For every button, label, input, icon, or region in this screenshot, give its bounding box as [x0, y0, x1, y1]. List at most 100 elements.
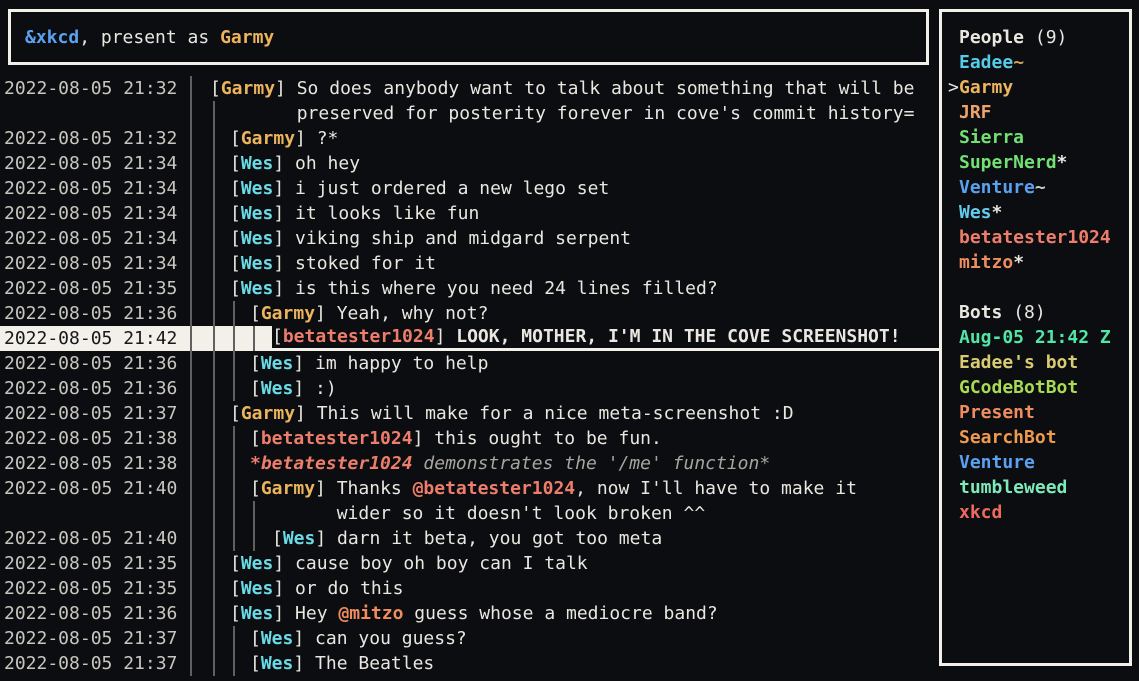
user-name: SearchBot: [959, 427, 1057, 448]
message-fragment: is this where you need 24 lines filled?: [295, 278, 718, 299]
timestamp: 2022-08-05 21:32: [0, 76, 192, 101]
nick: Wes: [241, 278, 274, 299]
message-fragment: ]: [273, 153, 295, 174]
thread-guide-line: [213, 426, 215, 451]
message-text: [Wes] :): [250, 376, 939, 401]
user-list-item[interactable]: Eadee~: [948, 50, 1129, 75]
thread-guide-line: [213, 376, 215, 401]
thread-guide-line: [213, 201, 215, 226]
message-fragment: This will make for a nice meta-screensho…: [317, 403, 794, 424]
bot-list-item[interactable]: GCodeBotBot: [948, 375, 1129, 400]
nick: Wes: [241, 253, 274, 274]
status-text: , present as: [79, 25, 220, 50]
user-name: Wes: [959, 202, 992, 223]
nick: Wes: [241, 578, 274, 599]
message-fragment: cause boy oh boy can I talk: [295, 553, 588, 574]
timestamp: [0, 101, 192, 126]
user-list-item[interactable]: betatester1024: [948, 225, 1129, 250]
people-list: Eadee~>GarmyJRFSierraSuperNerd*Venture~W…: [948, 50, 1129, 275]
chat-row: 2022-08-05 21:40[Garmy] Thanks @betatest…: [0, 476, 939, 501]
message-text: wider so it doesn't look broken ^^: [250, 501, 939, 526]
nick: Wes: [261, 378, 294, 399]
chat-row: 2022-08-05 21:34[Wes] it looks like fun: [0, 201, 939, 226]
message-fragment: [: [250, 653, 261, 674]
message-fragment: ]: [413, 428, 435, 449]
message-fragment: ]: [273, 603, 295, 624]
timestamp: 2022-08-05 21:36: [0, 376, 192, 401]
timestamp: 2022-08-05 21:38: [0, 426, 192, 451]
bot-list-item[interactable]: tumbleweed: [948, 475, 1129, 500]
message-fragment: [: [210, 78, 221, 99]
message-text: [Wes] cause boy oh boy can I talk: [230, 551, 939, 576]
message-text: [Wes] viking ship and midgard serpent: [230, 226, 939, 251]
chat-row: 2022-08-05 21:37[Wes] can you guess?: [0, 626, 939, 651]
message-text: [Garmy] Yeah, why not?: [250, 301, 939, 326]
user-name: Aug-05 21:42 Z: [959, 327, 1111, 348]
user-list-item[interactable]: SuperNerd*: [948, 150, 1129, 175]
message-fragment: :): [315, 378, 337, 399]
message-fragment: ]: [315, 528, 337, 549]
user-list-panel: People (9) Eadee~>GarmyJRFSierraSuperNer…: [939, 9, 1132, 666]
thread-guide-line: [213, 301, 215, 326]
mention[interactable]: @mitzo: [338, 603, 403, 624]
user-list-item[interactable]: Wes*: [948, 200, 1129, 225]
thread-guide-line: [213, 176, 215, 201]
chat-row: 2022-08-05 21:35[Wes] cause boy oh boy c…: [0, 551, 939, 576]
thread-guide-line: [213, 501, 215, 526]
thread-guide-line: [213, 551, 215, 576]
message-fragment: ]: [293, 353, 315, 374]
mention[interactable]: @betatester1024: [413, 478, 576, 499]
thread-guide-line: [233, 501, 235, 526]
message-text: [Garmy] So does anybody want to talk abo…: [210, 76, 939, 101]
bot-list-item[interactable]: SearchBot: [948, 425, 1129, 450]
user-list-item[interactable]: mitzo*: [948, 250, 1129, 275]
thread-indent: [192, 501, 250, 526]
status-suffix: *: [1013, 252, 1024, 273]
bot-list-item[interactable]: Present: [948, 400, 1129, 425]
message-fragment: ]: [273, 178, 295, 199]
message-fragment: i just ordered a new lego set: [295, 178, 609, 199]
timestamp: 2022-08-05 21:38: [0, 451, 192, 476]
timestamp: 2022-08-05 21:40: [0, 476, 192, 501]
message-fragment: [: [230, 578, 241, 599]
bot-list-item[interactable]: Aug-05 21:42 Z: [948, 325, 1129, 350]
message-fragment: Yeah, why not?: [337, 303, 489, 324]
bot-list-item[interactable]: Eadee's bot: [948, 350, 1129, 375]
user-list-item[interactable]: JRF: [948, 100, 1129, 125]
bots-header: Bots (8): [948, 300, 1129, 325]
thread-indent: [192, 451, 250, 476]
timestamp: 2022-08-05 21:34: [0, 226, 192, 251]
chat-row: 2022-08-05 21:34 [Wes] viking ship and mi…: [0, 226, 939, 251]
message-fragment: ]: [273, 203, 295, 224]
nick: Wes: [241, 153, 274, 174]
message-area: [Wes] Hey @mitzo guess whose a mediocre …: [192, 601, 939, 626]
timestamp: 2022-08-05 21:34: [0, 201, 192, 226]
nick: Wes: [283, 528, 316, 549]
timestamp: 2022-08-05 21:35: [0, 576, 192, 601]
status-suffix: ~: [1013, 52, 1024, 73]
thread-guide-line: [213, 601, 215, 626]
user-list-item[interactable]: >Garmy: [948, 75, 1129, 100]
bots-header-label: Bots: [959, 302, 1002, 323]
user-list-item[interactable]: Sierra: [948, 125, 1129, 150]
user-name: Garmy: [959, 77, 1013, 98]
bot-list-item[interactable]: xkcd: [948, 500, 1129, 525]
user-name: Eadee's bot: [959, 352, 1078, 373]
nick: betatester1024: [261, 428, 413, 449]
nick: Garmy: [261, 478, 315, 499]
thread-guide-line: [213, 151, 215, 176]
bot-list-item[interactable]: Venture: [948, 450, 1129, 475]
timestamp: 2022-08-05 21:36: [0, 601, 192, 626]
nick: betatester1024: [283, 326, 435, 347]
thread-indent: [192, 226, 230, 251]
chat-row: 2022-08-05 21:32 [Garmy] So does anybody …: [0, 76, 939, 101]
message-area: preserved for posterity forever in cove'…: [192, 101, 939, 126]
message-text: [Garmy] ?*: [230, 126, 939, 151]
timestamp: 2022-08-05 21:34: [0, 251, 192, 276]
user-list-item[interactable]: Venture~: [948, 175, 1129, 200]
timestamp: 2022-08-05 21:36: [0, 301, 192, 326]
timestamp: 2022-08-05 21:34: [0, 151, 192, 176]
message-area: wider so it doesn't look broken ^^: [192, 501, 939, 526]
thread-guide-line: [213, 476, 215, 501]
people-count-value: (9): [1035, 27, 1068, 48]
